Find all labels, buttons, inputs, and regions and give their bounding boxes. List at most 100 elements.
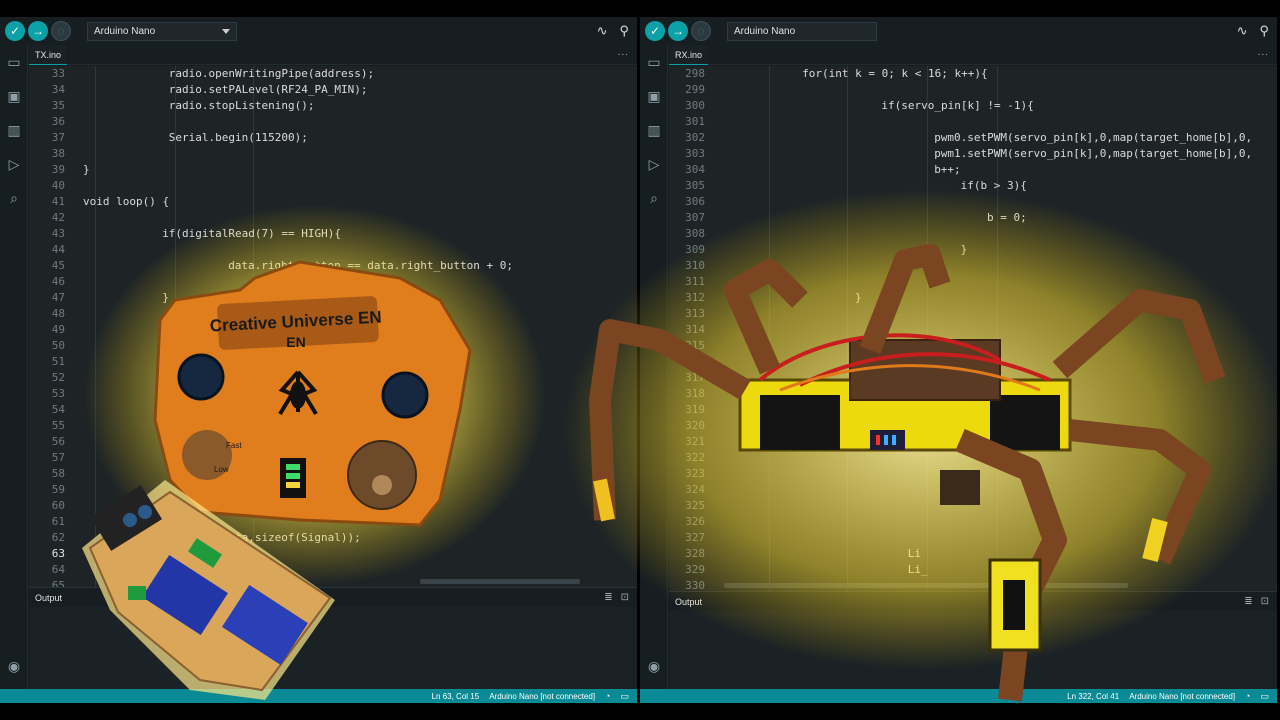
output-title: Output: [675, 596, 703, 607]
horizontal-scrollbar[interactable]: [724, 583, 1128, 588]
code-editor[interactable]: 33 radio.openWritingPipe(address); 34 radio…: [29, 66, 637, 602]
board-manager-icon[interactable]: ▣: [0, 79, 28, 113]
serial-plotter-icon[interactable]: ∿: [1237, 23, 1248, 39]
indent-guide: [769, 114, 770, 130]
indent-guide: [927, 242, 928, 258]
line-number: 35: [51, 99, 65, 112]
board-selector[interactable]: Arduino Nano: [727, 21, 877, 41]
indent-guide: [927, 338, 928, 354]
indent-guide: [253, 450, 254, 466]
code-line: 51 1;: [29, 354, 637, 370]
indent-guide: [175, 162, 176, 178]
serial-monitor-icon[interactable]: ⚲: [619, 23, 629, 39]
indent-guide: [253, 146, 254, 162]
debug-button[interactable]: ◌: [691, 21, 711, 41]
search-icon[interactable]: ⌕: [640, 181, 668, 215]
notification-icon[interactable]: ◔: [605, 691, 610, 701]
search-icon[interactable]: ⌕: [0, 181, 28, 215]
indent-guide: [95, 114, 96, 130]
more-icon[interactable]: ...: [1258, 47, 1269, 58]
indent-guide: [95, 434, 96, 450]
indent-guide: [769, 242, 770, 258]
more-icon[interactable]: ...: [618, 47, 629, 58]
indent-guide: [997, 66, 998, 82]
indent-guide: [927, 82, 928, 98]
output-title: Output: [35, 592, 63, 603]
indent-guide: [997, 418, 998, 434]
library-icon[interactable]: ▥: [640, 113, 668, 147]
indent-guide: [769, 434, 770, 450]
indent-guide: [847, 338, 848, 354]
debug-button[interactable]: ◌: [51, 21, 71, 41]
code-line: 53: [29, 386, 637, 402]
indent-guide: [997, 162, 998, 178]
code-line: 319: [669, 402, 1277, 418]
serial-plotter-icon[interactable]: ∿: [597, 23, 608, 39]
line-number: 321: [685, 435, 705, 448]
code-line: 314: [669, 322, 1277, 338]
indent-guide: [927, 370, 928, 386]
line-number: 318: [685, 387, 705, 400]
tab-tx-ino[interactable]: TX.ino: [29, 45, 68, 65]
code-editor[interactable]: 298 for(int k = 0; k < 16; k++){299 300 if(…: [669, 66, 1277, 602]
lock-icon[interactable]: ⊡: [1261, 596, 1269, 607]
line-number: 48: [51, 307, 65, 320]
code-line: 60: [29, 498, 637, 514]
tab-rx-ino[interactable]: RX.ino: [669, 45, 709, 65]
code-line: 64: [29, 562, 637, 578]
indent-guide: [927, 386, 928, 402]
panel-toggle-icon[interactable]: ▭: [1260, 691, 1269, 702]
indent-guide: [175, 258, 176, 274]
horizontal-scrollbar[interactable]: [420, 579, 580, 584]
indent-guide: [175, 466, 176, 482]
indent-guide: [253, 194, 254, 210]
code-text: radio.openWritingPipe(address);: [168, 67, 375, 80]
code-line: 33 radio.openWritingPipe(address);: [29, 66, 637, 82]
board-selector[interactable]: Arduino Nano: [87, 21, 237, 41]
debug-icon[interactable]: ▷: [0, 147, 28, 181]
code-line: 322: [669, 450, 1277, 466]
clear-output-icon[interactable]: ≣: [1244, 596, 1252, 607]
indent-guide: [769, 498, 770, 514]
indent-guide: [927, 162, 928, 178]
code-line: 42: [29, 210, 637, 226]
line-number: 299: [685, 83, 705, 96]
line-number: 42: [51, 211, 65, 224]
line-number: 44: [51, 243, 65, 256]
code-line: 39}: [29, 162, 637, 178]
board-manager-icon[interactable]: ▣: [640, 79, 668, 113]
folder-icon[interactable]: ▭: [0, 45, 28, 79]
status-board: Arduino Nano [not connected]: [489, 691, 596, 701]
code-line: 328 Li: [669, 546, 1277, 562]
code-line: 325: [669, 498, 1277, 514]
panel-toggle-icon[interactable]: ▭: [620, 691, 629, 702]
code-line: 299: [669, 82, 1277, 98]
indent-guide: [95, 562, 96, 578]
indent-guide: [95, 498, 96, 514]
indent-guide: [95, 482, 96, 498]
verify-button[interactable]: ✓: [5, 21, 25, 41]
indent-guide: [997, 258, 998, 274]
clear-output-icon[interactable]: ≣: [604, 592, 612, 603]
indent-guide: [847, 162, 848, 178]
verify-button[interactable]: ✓: [645, 21, 665, 41]
code-line: 57: [29, 450, 637, 466]
account-icon[interactable]: ◉: [640, 649, 668, 683]
upload-button[interactable]: →: [668, 21, 688, 41]
account-icon[interactable]: ◉: [0, 649, 28, 683]
line-number: 55: [51, 419, 65, 432]
indent-guide: [95, 338, 96, 354]
indent-guide: [927, 306, 928, 322]
indent-guide: [95, 402, 96, 418]
serial-monitor-icon[interactable]: ⚲: [1259, 23, 1269, 39]
notification-icon[interactable]: ◔: [1245, 691, 1250, 701]
folder-icon[interactable]: ▭: [640, 45, 668, 79]
library-icon[interactable]: ▥: [0, 113, 28, 147]
upload-button[interactable]: →: [28, 21, 48, 41]
lock-icon[interactable]: ⊡: [621, 592, 629, 603]
debug-icon[interactable]: ▷: [640, 147, 668, 181]
indent-guide: [95, 354, 96, 370]
indent-guide: [927, 530, 928, 546]
line-number: 50: [51, 339, 65, 352]
line-number: 317: [685, 371, 705, 384]
